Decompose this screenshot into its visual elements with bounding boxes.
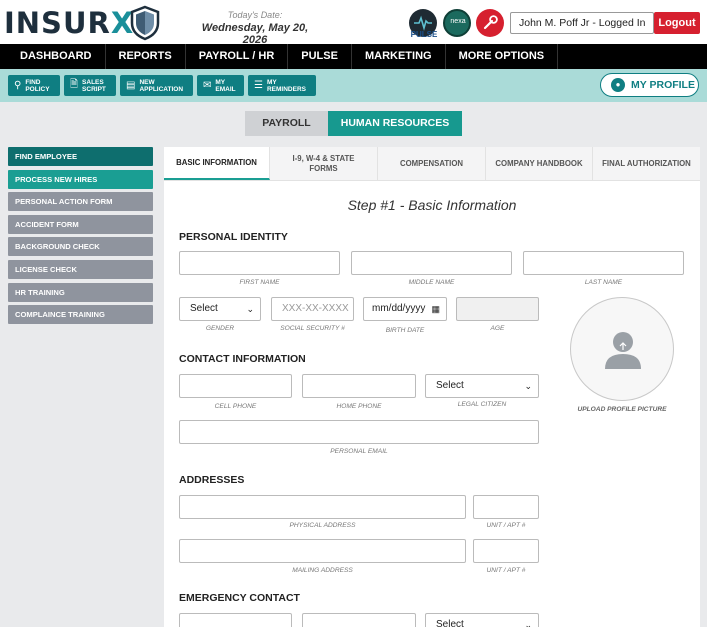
app-header: INSURX Today's Date: Wednesday, May 20, … xyxy=(0,0,707,46)
form-panel: BASIC INFORMATION I-9, W-4 & STATE FORMS … xyxy=(164,147,700,627)
pulse-label: PULSE xyxy=(410,30,438,39)
mailing-unit-label: UNIT / APT # xyxy=(486,567,526,574)
personal-email-label: PERSONAL EMAIL xyxy=(330,448,388,455)
logout-button[interactable]: Logout xyxy=(654,12,700,34)
find-policy-button[interactable]: ⚲ FIND POLICY xyxy=(8,75,60,96)
new-application-button[interactable]: ▤ NEW APPLICATION xyxy=(120,75,193,96)
sidebar-item-license-check[interactable]: LICENSE CHECK xyxy=(8,259,153,279)
gender-select[interactable]: Select ⌄ xyxy=(179,297,261,321)
physical-address-label: PHYSICAL ADDRESS xyxy=(289,522,356,529)
ssn-input[interactable]: XXX-XX-XXXX xyxy=(271,297,354,321)
nav-marketing[interactable]: MARKETING xyxy=(352,44,446,69)
calendar-icon: ▦ xyxy=(431,304,440,314)
tab-company-handbook[interactable]: COMPANY HANDBOOK xyxy=(486,147,593,180)
cell-phone-input[interactable] xyxy=(179,374,292,398)
middle-name-label: MIDDLE NAME xyxy=(408,279,455,286)
user-icon: ● xyxy=(611,78,625,92)
sidebar-item-find-employee[interactable]: FIND EMPLOYEE xyxy=(8,147,153,166)
nav-dashboard[interactable]: DASHBOARD xyxy=(0,44,106,69)
home-phone-label: HOME PHONE xyxy=(336,403,382,410)
my-reminders-button[interactable]: ☰ MY REMINDERS xyxy=(248,75,316,96)
module-tabs: PAYROLL HUMAN RESOURCES xyxy=(245,111,462,136)
my-email-button[interactable]: ✉ MY EMAIL xyxy=(197,75,244,96)
hr-sidebar: FIND EMPLOYEE PROCESS NEW HIRES PERSONAL… xyxy=(8,147,153,328)
last-name-input[interactable] xyxy=(523,251,684,275)
birth-date-input[interactable]: mm/dd/yyyy ▦ xyxy=(363,297,447,321)
tab-i9-w4-state-forms[interactable]: I-9, W-4 & STATE FORMS xyxy=(270,147,378,180)
age-input xyxy=(456,297,539,321)
sidebar-item-background-check[interactable]: BACKGROUND CHECK xyxy=(8,237,153,257)
wrench-glyph-icon xyxy=(483,15,498,30)
birth-date-label: BIRTH DATE xyxy=(385,327,425,334)
emergency-relation-select[interactable]: Select ⌄ xyxy=(425,613,539,627)
nav-more-options[interactable]: MORE OPTIONS xyxy=(446,44,559,69)
document-icon: 🗎 xyxy=(70,79,79,90)
ssn-label: SOCIAL SECURITY # xyxy=(280,325,345,332)
tab-human-resources[interactable]: HUMAN RESOURCES xyxy=(328,111,462,136)
age-label: AGE xyxy=(490,325,505,332)
sidebar-item-accident-form[interactable]: ACCIDENT FORM xyxy=(8,214,153,234)
today-label: Today's Date: xyxy=(227,10,283,20)
step-title: Step #1 - Basic Information xyxy=(347,197,517,213)
emergency-name-input[interactable] xyxy=(179,613,292,627)
physical-unit-input[interactable] xyxy=(473,495,539,519)
profile-picture-upload[interactable] xyxy=(570,297,674,401)
middle-name-input[interactable] xyxy=(351,251,512,275)
tab-compensation[interactable]: COMPENSATION xyxy=(378,147,486,180)
main-nav: DASHBOARD REPORTS PAYROLL / HR PULSE MAR… xyxy=(0,44,707,69)
upload-avatar-icon xyxy=(605,332,641,369)
nav-pulse[interactable]: PULSE xyxy=(288,44,352,69)
insurx-logo[interactable]: INSURX xyxy=(4,4,160,42)
application-icon: ▤ xyxy=(126,80,136,91)
personal-email-input[interactable] xyxy=(179,420,539,444)
logged-in-user[interactable]: John M. Poff Jr - Logged In xyxy=(510,12,655,34)
upload-profile-picture-label: UPLOAD PROFILE PICTURE xyxy=(577,406,667,413)
email-icon: ✉ xyxy=(203,80,212,91)
tab-basic-information[interactable]: BASIC INFORMATION xyxy=(164,147,270,180)
section-personal-identity: PERSONAL IDENTITY xyxy=(179,231,288,243)
nav-payroll-hr[interactable]: PAYROLL / HR xyxy=(186,44,289,69)
sidebar-item-hr-training[interactable]: HR TRAINING xyxy=(8,282,153,302)
mailing-address-label: MAILING ADDRESS xyxy=(292,567,353,574)
search-icon: ⚲ xyxy=(14,80,22,91)
today-date-value: Wednesday, May 20, 2026 xyxy=(201,22,309,46)
tab-final-authorization[interactable]: FINAL AUTHORIZATION xyxy=(593,147,700,180)
logo-text: INSURX xyxy=(4,6,135,40)
nexa-label: nexa xyxy=(450,18,466,25)
last-name-label: LAST NAME xyxy=(584,279,623,286)
sidebar-item-personal-action-form[interactable]: PERSONAL ACTION FORM xyxy=(8,192,153,212)
chevron-down-icon: ⌄ xyxy=(524,620,532,627)
shield-icon xyxy=(130,5,160,41)
my-profile-button[interactable]: ● MY PROFILE xyxy=(600,73,699,97)
sidebar-item-process-new-hires[interactable]: PROCESS NEW HIRES xyxy=(8,169,153,189)
todays-date: Today's Date: Wednesday, May 20, 2026 xyxy=(190,10,320,46)
my-profile-label: MY PROFILE xyxy=(631,79,695,91)
form-tabs: BASIC INFORMATION I-9, W-4 & STATE FORMS … xyxy=(164,147,700,181)
section-contact-information: CONTACT INFORMATION xyxy=(179,353,306,365)
mailing-address-input[interactable] xyxy=(179,539,466,563)
cell-phone-label: CELL PHONE xyxy=(214,403,257,410)
first-name-input[interactable] xyxy=(179,251,340,275)
home-phone-input[interactable] xyxy=(302,374,416,398)
emergency-phone-input[interactable] xyxy=(302,613,416,627)
chevron-down-icon: ⌄ xyxy=(524,381,532,391)
first-name-label: FIRST NAME xyxy=(239,279,280,286)
legal-citizen-select[interactable]: Select ⌄ xyxy=(425,374,539,398)
nav-reports[interactable]: REPORTS xyxy=(106,44,186,69)
sales-script-button[interactable]: 🗎 SALES SCRIPT xyxy=(64,75,116,96)
sidebar-item-compliance-training[interactable]: COMPLAINCE TRAINING xyxy=(8,305,153,325)
physical-address-input[interactable] xyxy=(179,495,466,519)
mailing-unit-input[interactable] xyxy=(473,539,539,563)
physical-unit-label: UNIT / APT # xyxy=(486,522,526,529)
chevron-down-icon: ⌄ xyxy=(246,304,254,314)
section-emergency-contact: EMERGENCY CONTACT xyxy=(179,592,300,604)
wrench-icon[interactable] xyxy=(476,9,504,37)
gender-label: GENDER xyxy=(205,325,235,332)
section-addresses: ADDRESSES xyxy=(179,474,245,486)
checklist-icon: ☰ xyxy=(254,80,263,91)
tab-payroll[interactable]: PAYROLL xyxy=(245,111,328,136)
legal-citizen-label: LEGAL CITIZEN xyxy=(457,401,507,408)
